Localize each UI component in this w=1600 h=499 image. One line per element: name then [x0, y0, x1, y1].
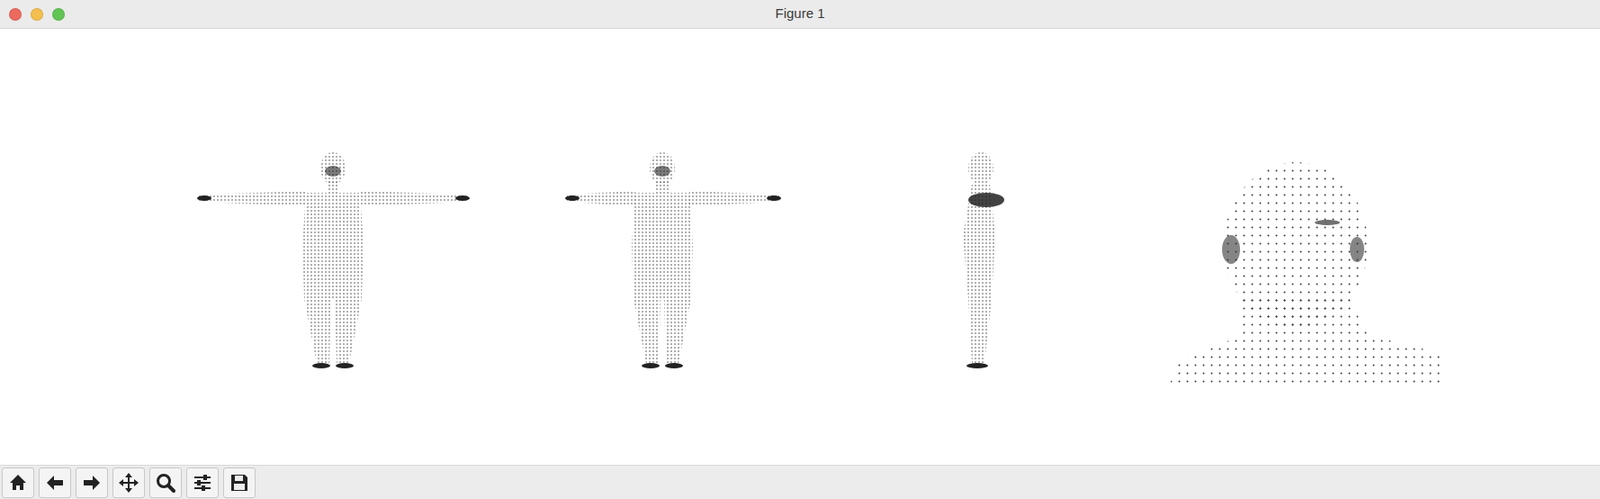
point-cloud-plot[interactable]	[1142, 28, 1467, 465]
point-cloud-icon	[503, 28, 819, 465]
figure-window: Figure 1	[0, 0, 1600, 499]
window-title: Figure 1	[774, 3, 825, 25]
home-button[interactable]	[1, 467, 35, 498]
zoom-button[interactable]	[52, 8, 65, 21]
save-button[interactable]	[223, 467, 256, 498]
point-cloud-plot[interactable]	[161, 28, 504, 465]
save-icon	[228, 471, 251, 494]
toolbar	[0, 464, 1600, 499]
point-cloud-plot[interactable]	[503, 28, 819, 465]
pan-icon	[117, 471, 140, 494]
point-cloud-icon	[1142, 28, 1467, 465]
zoom-button[interactable]	[149, 467, 182, 498]
figure-canvas	[0, 28, 1600, 465]
home-icon	[7, 471, 29, 494]
forward-button[interactable]	[75, 467, 108, 498]
close-button[interactable]	[8, 8, 22, 21]
point-cloud-icon	[818, 28, 1143, 465]
back-icon	[44, 471, 66, 494]
zoom-icon	[154, 471, 177, 494]
title-bar: Figure 1	[0, 0, 1600, 29]
minimize-button[interactable]	[30, 8, 44, 21]
forward-icon	[80, 471, 103, 494]
window-controls	[8, 8, 65, 21]
configure-icon	[191, 471, 214, 494]
back-button[interactable]	[38, 467, 72, 498]
point-cloud-plot[interactable]	[818, 28, 1143, 465]
point-cloud-icon	[161, 28, 504, 465]
configure-button[interactable]	[186, 467, 219, 498]
pan-button[interactable]	[112, 467, 145, 498]
